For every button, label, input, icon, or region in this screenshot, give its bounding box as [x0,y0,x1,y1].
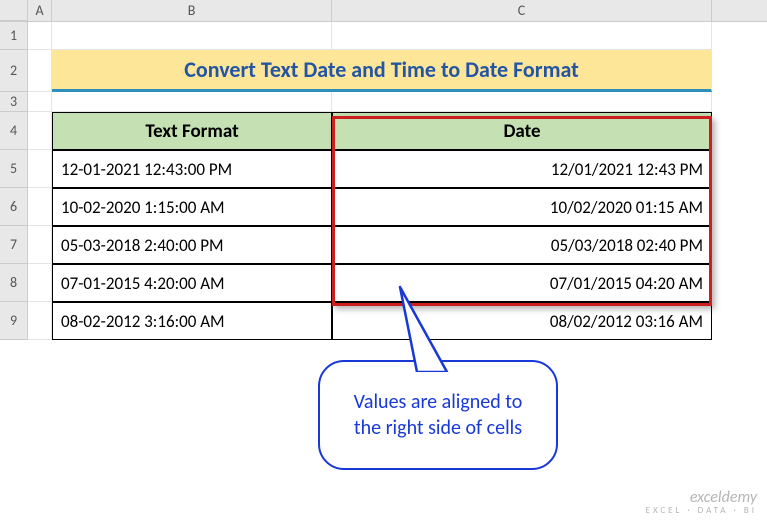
table-header-date[interactable]: Date [332,112,712,150]
cell-A6[interactable] [28,188,52,226]
row-header-6[interactable]: 6 [0,188,28,226]
watermark-tagline: EXCEL · DATA · BI [646,506,757,516]
cell-A3[interactable] [28,92,52,112]
cell-A4[interactable] [28,112,52,150]
select-all-corner[interactable] [0,0,28,21]
callout-text: Values are aligned to the right side of … [338,389,538,441]
cell-C3[interactable] [332,92,712,112]
cell-B7[interactable]: 05-03-2018 2:40:00 PM [52,226,332,264]
cell-A9[interactable] [28,302,52,340]
cell-B9[interactable]: 08-02-2012 3:16:00 AM [52,302,332,340]
cell-A7[interactable] [28,226,52,264]
cell-C8[interactable]: 07/01/2015 04:20 AM [332,264,712,302]
row-header-5[interactable]: 5 [0,150,28,188]
column-headers: A B C [0,0,767,22]
table-header-text-format[interactable]: Text Format [52,112,332,150]
cell-B3[interactable] [52,92,332,112]
callout-bubble: Values are aligned to the right side of … [318,360,558,470]
cell-B5[interactable]: 12-01-2021 12:43:00 PM [52,150,332,188]
row-header-9[interactable]: 9 [0,302,28,340]
title-cell[interactable]: Convert Text Date and Time to Date Forma… [52,50,712,92]
cell-B1[interactable] [52,22,332,50]
cell-C5[interactable]: 12/01/2021 12:43 PM [332,150,712,188]
column-header-A[interactable]: A [28,0,52,21]
spreadsheet-grid: A B C 1 2 Convert Text Date and Time to … [0,0,767,526]
column-header-C[interactable]: C [332,0,712,21]
cell-C7[interactable]: 05/03/2018 02:40 PM [332,226,712,264]
callout: Values are aligned to the right side of … [318,360,558,470]
row-header-4[interactable]: 4 [0,112,28,150]
cell-C9[interactable]: 08/02/2012 03:16 AM [332,302,712,340]
cell-A1[interactable] [28,22,52,50]
watermark: exceldemy EXCEL · DATA · BI [646,489,757,516]
cell-C1[interactable] [332,22,712,50]
row-header-8[interactable]: 8 [0,264,28,302]
row-header-2[interactable]: 2 [0,50,28,92]
watermark-brand: exceldemy [646,489,757,507]
cell-B6[interactable]: 10-02-2020 1:15:00 AM [52,188,332,226]
column-header-B[interactable]: B [52,0,332,21]
cell-B8[interactable]: 07-01-2015 4:20:00 AM [52,264,332,302]
cell-A8[interactable] [28,264,52,302]
row-header-7[interactable]: 7 [0,226,28,264]
row-header-1[interactable]: 1 [0,22,28,50]
row-header-3[interactable]: 3 [0,92,28,112]
cell-C6[interactable]: 10/02/2020 01:15 AM [332,188,712,226]
cell-A5[interactable] [28,150,52,188]
cell-A2[interactable] [28,50,52,92]
